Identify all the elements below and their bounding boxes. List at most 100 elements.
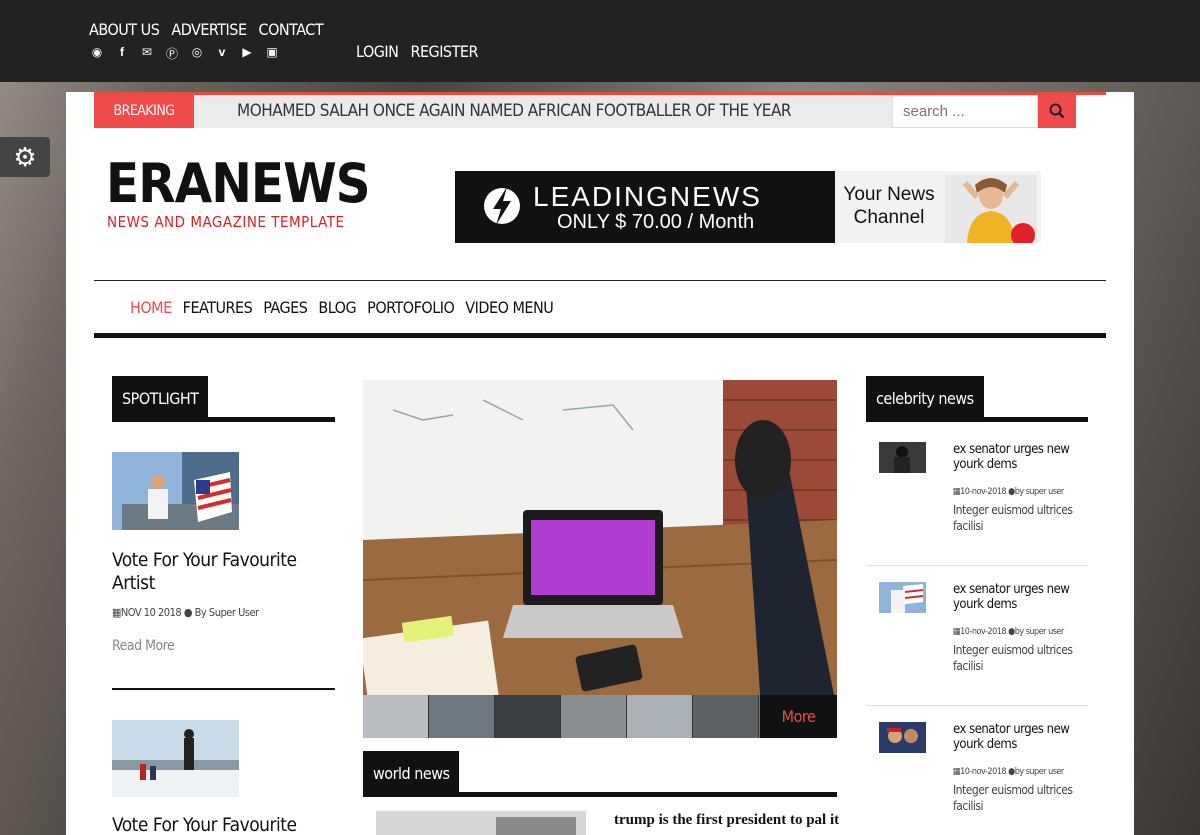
calendar-icon: ▦ [112, 606, 121, 619]
instagram-icon[interactable]: ▣ [264, 45, 280, 62]
site-logo[interactable]: ERANEWS [106, 156, 371, 212]
top-links: ABOUT US ADVERTISE CONTACT [89, 20, 324, 39]
celebrity-item-author: by super user [1014, 627, 1065, 637]
celebrity-item-title[interactable]: ex senator urges new yourk dems [953, 442, 1083, 472]
vimeo-icon[interactable]: v [214, 45, 230, 62]
ad-banner-side[interactable]: Your News Channel [835, 171, 1041, 243]
celebrity-item-desc-line1: Integer euismod ultrices [953, 643, 1073, 657]
ad-banner[interactable]: LEADINGNEWS ONLY $ 70.00 / Month [455, 171, 835, 243]
banner-title: LEADINGNEWS [533, 181, 762, 212]
celebrity-item-date: 10-nov-2018 [960, 767, 1007, 777]
celebrity-item-desc: Integer euismod ultrices facilisi [953, 642, 1083, 674]
login-link[interactable]: LOGIN [356, 42, 399, 61]
breaking-news-ticker: BREAKING NEWS MOHAMED SALAH ONCE AGAIN N… [94, 95, 892, 152]
search-input[interactable] [892, 95, 1038, 128]
celebrity-item-image[interactable] [879, 442, 926, 473]
spotlight-title: SPOTLIGHT [112, 376, 209, 422]
celebrity-item-desc-line2: facilisi [953, 659, 983, 673]
celebrity-item-desc: Integer euismod ultrices facilisi [953, 782, 1083, 814]
slider-thumb[interactable] [561, 695, 627, 738]
breaking-news-label: BREAKING NEWS [94, 95, 194, 152]
banner-subtitle: ONLY $ 70.00 / Month [557, 211, 755, 233]
social-icons: ◉ f ✉ Ⓟ ◎ v ▶ ▣ [89, 45, 280, 62]
post-date: NOV 10 2018 [120, 606, 182, 619]
nav-bottom-border [94, 333, 1106, 338]
contact-link[interactable]: CONTACT [259, 20, 324, 39]
rss-icon[interactable]: ◉ [89, 45, 105, 62]
search-button[interactable] [1038, 95, 1076, 128]
celebrity-item-title-line2: yourk dems [953, 597, 1017, 612]
spotlight-post-meta: ▦NOV 10 2018 ● By Super User [112, 606, 259, 619]
user-icon: ● [1008, 487, 1015, 497]
celebrity-item-desc-line2: facilisi [953, 519, 983, 533]
site-tagline: NEWS AND MAGAZINE TEMPLATE [107, 213, 345, 231]
register-link[interactable]: REGISTER [410, 42, 478, 61]
nav-features[interactable]: FEATURES [183, 298, 253, 317]
read-more-link[interactable]: Read More [112, 638, 175, 654]
slider-thumb[interactable] [363, 695, 429, 738]
advertise-link[interactable]: ADVERTISE [171, 20, 247, 39]
facebook-icon[interactable]: f [114, 45, 130, 62]
celebrity-item-meta: ▦10-nov-2018 ●by super user [953, 487, 1064, 497]
spotlight-post-title-2[interactable]: Vote For Your Favourite [112, 814, 297, 835]
slider-thumb[interactable] [627, 695, 693, 738]
celebrity-item-divider [866, 705, 1088, 706]
auth-links: LOGIN REGISTER [356, 42, 478, 61]
spotlight-post-image[interactable] [112, 452, 239, 530]
user-icon: ● [183, 606, 193, 619]
breaking-news-headline[interactable]: MOHAMED SALAH ONCE AGAIN NAMED AFRICAN F… [237, 95, 792, 128]
banner-person-image [945, 175, 1037, 243]
youtube-icon[interactable]: ▶ [239, 45, 255, 62]
celebrity-item-desc: Integer euismod ultrices facilisi [953, 502, 1083, 534]
about-us-link[interactable]: ABOUT US [89, 20, 160, 39]
slider-more-button[interactable]: More [760, 695, 837, 738]
banner-side-line2: Channel [853, 207, 925, 228]
celebrity-item-author: by super user [1014, 487, 1065, 497]
celebrity-item-title-line1: ex senator urges new [953, 582, 1070, 597]
main-nav: HOME FEATURES PAGES BLOG PORTOFOLIO VIDE… [130, 298, 554, 317]
celebrity-item-desc-line1: Integer euismod ultrices [953, 783, 1073, 797]
nav-home[interactable]: HOME [130, 298, 172, 317]
celebrity-item-meta: ▦10-nov-2018 ●by super user [953, 767, 1064, 777]
celebrity-item-divider [866, 565, 1088, 566]
nav-top-border [94, 280, 1106, 281]
world-news-post-title[interactable]: trump is the first president to pal it [614, 812, 839, 829]
nav-video-menu[interactable]: VIDEO MENU [465, 298, 553, 317]
celebrity-item-title[interactable]: ex senator urges new yourk dems [953, 722, 1083, 752]
banner-side-text: Your News Channel [839, 183, 939, 229]
celebrity-item-image[interactable] [879, 582, 926, 613]
nav-blog[interactable]: BLOG [318, 298, 356, 317]
celebrity-item-date: 10-nov-2018 [960, 487, 1007, 497]
celebrity-item-image[interactable] [879, 722, 926, 753]
twitter-icon[interactable]: ✉ [139, 45, 155, 62]
celebrity-item-author: by super user [1014, 767, 1065, 777]
banner-side-line1: Your News [843, 184, 935, 205]
nav-portofolio[interactable]: PORTOFOLIO [367, 298, 455, 317]
pinterest-icon[interactable]: Ⓟ [164, 45, 180, 62]
slider-thumb[interactable] [429, 695, 495, 738]
post-title-line1: Vote For Your Favourite [112, 549, 297, 571]
celebrity-item-date: 10-nov-2018 [960, 627, 1007, 637]
celebrity-news-header: celebrity news [866, 376, 1088, 422]
spotlight-divider [112, 688, 335, 690]
world-news-header: world news [363, 751, 837, 797]
nav-pages[interactable]: PAGES [263, 298, 308, 317]
main-container: BREAKING NEWS MOHAMED SALAH ONCE AGAIN N… [66, 92, 1134, 835]
spotlight-post-image-2[interactable] [112, 720, 239, 797]
world-news-image[interactable] [376, 811, 586, 835]
spotlight-post-title[interactable]: Vote For Your Favourite Artist [112, 549, 297, 595]
featured-slider-image[interactable] [363, 380, 837, 738]
celebrity-item-title[interactable]: ex senator urges new yourk dems [953, 582, 1083, 612]
celebrity-item-title-line2: yourk dems [953, 737, 1017, 752]
celebrity-item-title-line1: ex senator urges new [953, 722, 1070, 737]
slider-thumb[interactable] [495, 695, 561, 738]
world-news-title: world news [363, 751, 460, 797]
slider-thumb[interactable] [693, 695, 759, 738]
spotlight-header: SPOTLIGHT [112, 376, 335, 422]
post-author: By Super User [194, 606, 260, 619]
dribbble-icon[interactable]: ◎ [189, 45, 205, 62]
settings-gear-icon[interactable]: ⚙ [0, 137, 50, 177]
post-title-line2: Artist [112, 572, 155, 594]
search-icon [1049, 103, 1065, 119]
celebrity-news-title: celebrity news [866, 376, 984, 422]
